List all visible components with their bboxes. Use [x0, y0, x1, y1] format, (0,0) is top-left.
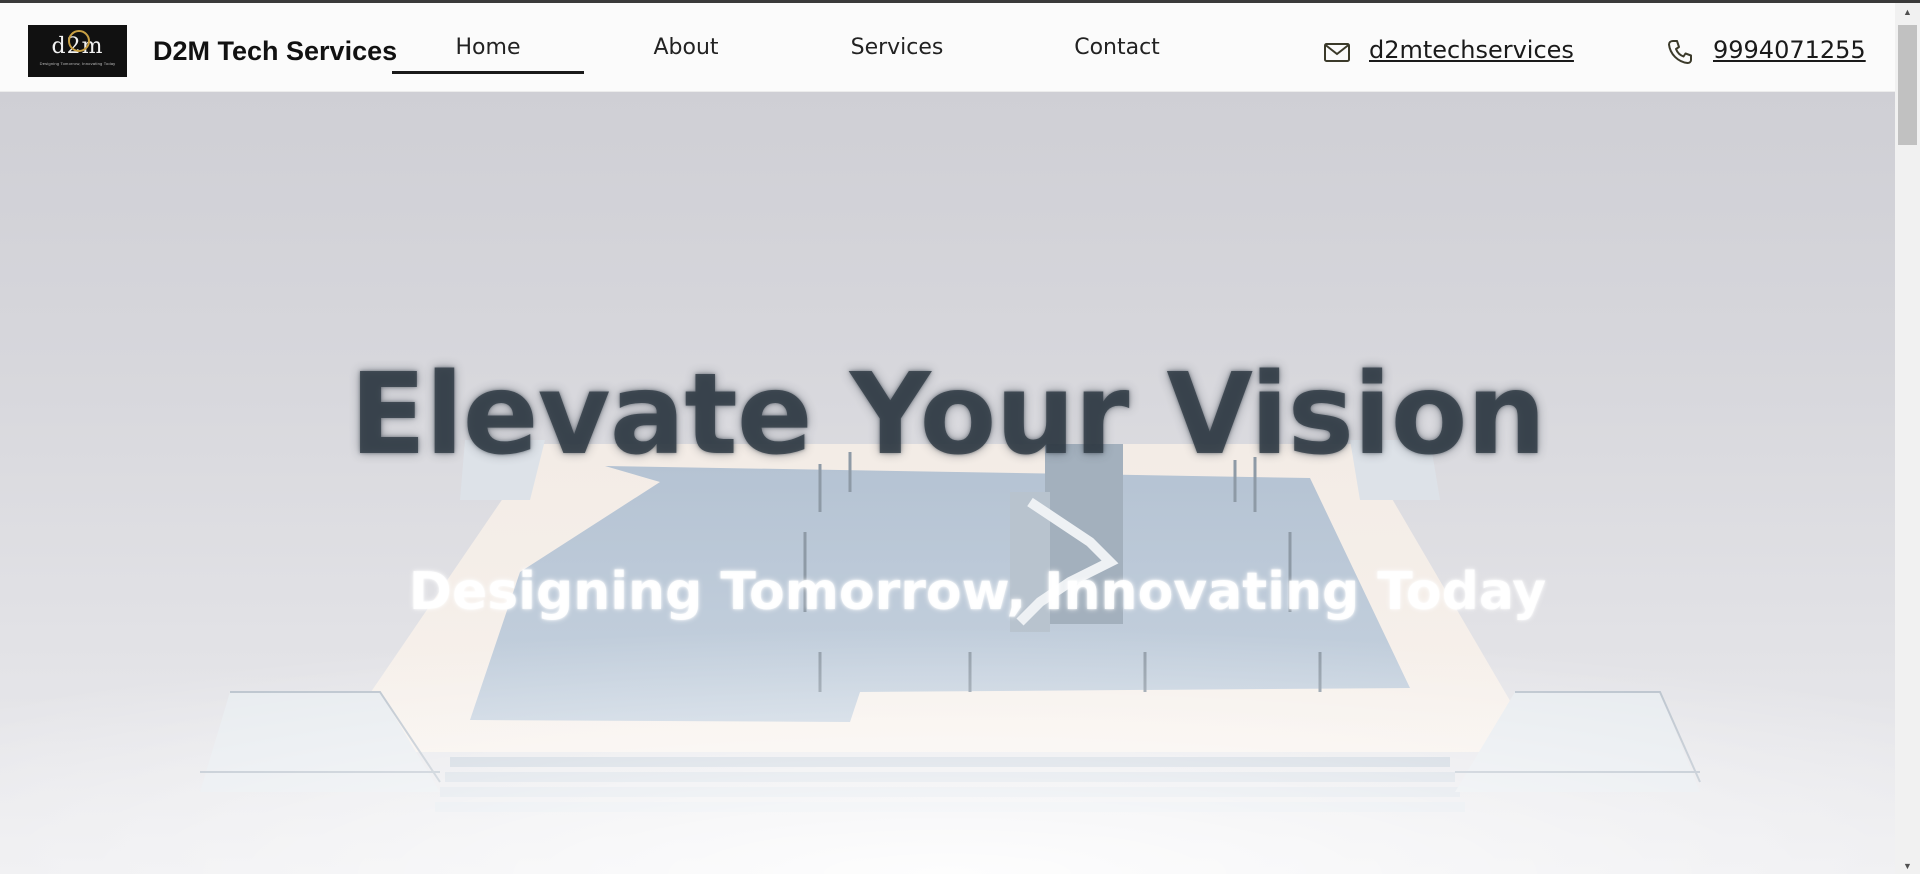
- logo-mark: d2m: [52, 30, 104, 58]
- scroll-up-arrow-icon[interactable]: ▲: [1895, 3, 1920, 20]
- hero-section: Elevate Your Vision Designing Tomorrow, …: [0, 92, 1895, 874]
- phone-icon[interactable]: [1665, 37, 1695, 67]
- site-header: d2m Designing Tomorrow, Innovating Today…: [0, 3, 1895, 92]
- nav-services[interactable]: Services: [840, 35, 954, 75]
- hero-subtitle: Designing Tomorrow, Innovating Today: [408, 562, 1547, 622]
- hero-background-render: [0, 440, 1895, 874]
- scroll-down-arrow-icon[interactable]: ▼: [1895, 857, 1920, 874]
- logo-tagline: Designing Tomorrow, Innovating Today: [39, 61, 116, 66]
- page-scrollbar[interactable]: ▲ ▼: [1895, 3, 1920, 874]
- phone-link[interactable]: 9994071255: [1713, 36, 1866, 64]
- email-link[interactable]: d2mtechservices: [1369, 36, 1574, 64]
- brand-name[interactable]: D2M Tech Services: [153, 36, 397, 67]
- mail-icon[interactable]: [1322, 37, 1352, 67]
- nav-about[interactable]: About: [640, 35, 732, 75]
- scroll-thumb[interactable]: [1898, 25, 1917, 145]
- hero-title: Elevate Your Vision: [349, 350, 1547, 480]
- nav-home[interactable]: Home: [392, 35, 584, 75]
- nav-contact[interactable]: Contact: [1065, 35, 1169, 75]
- logo[interactable]: d2m Designing Tomorrow, Innovating Today: [28, 25, 127, 77]
